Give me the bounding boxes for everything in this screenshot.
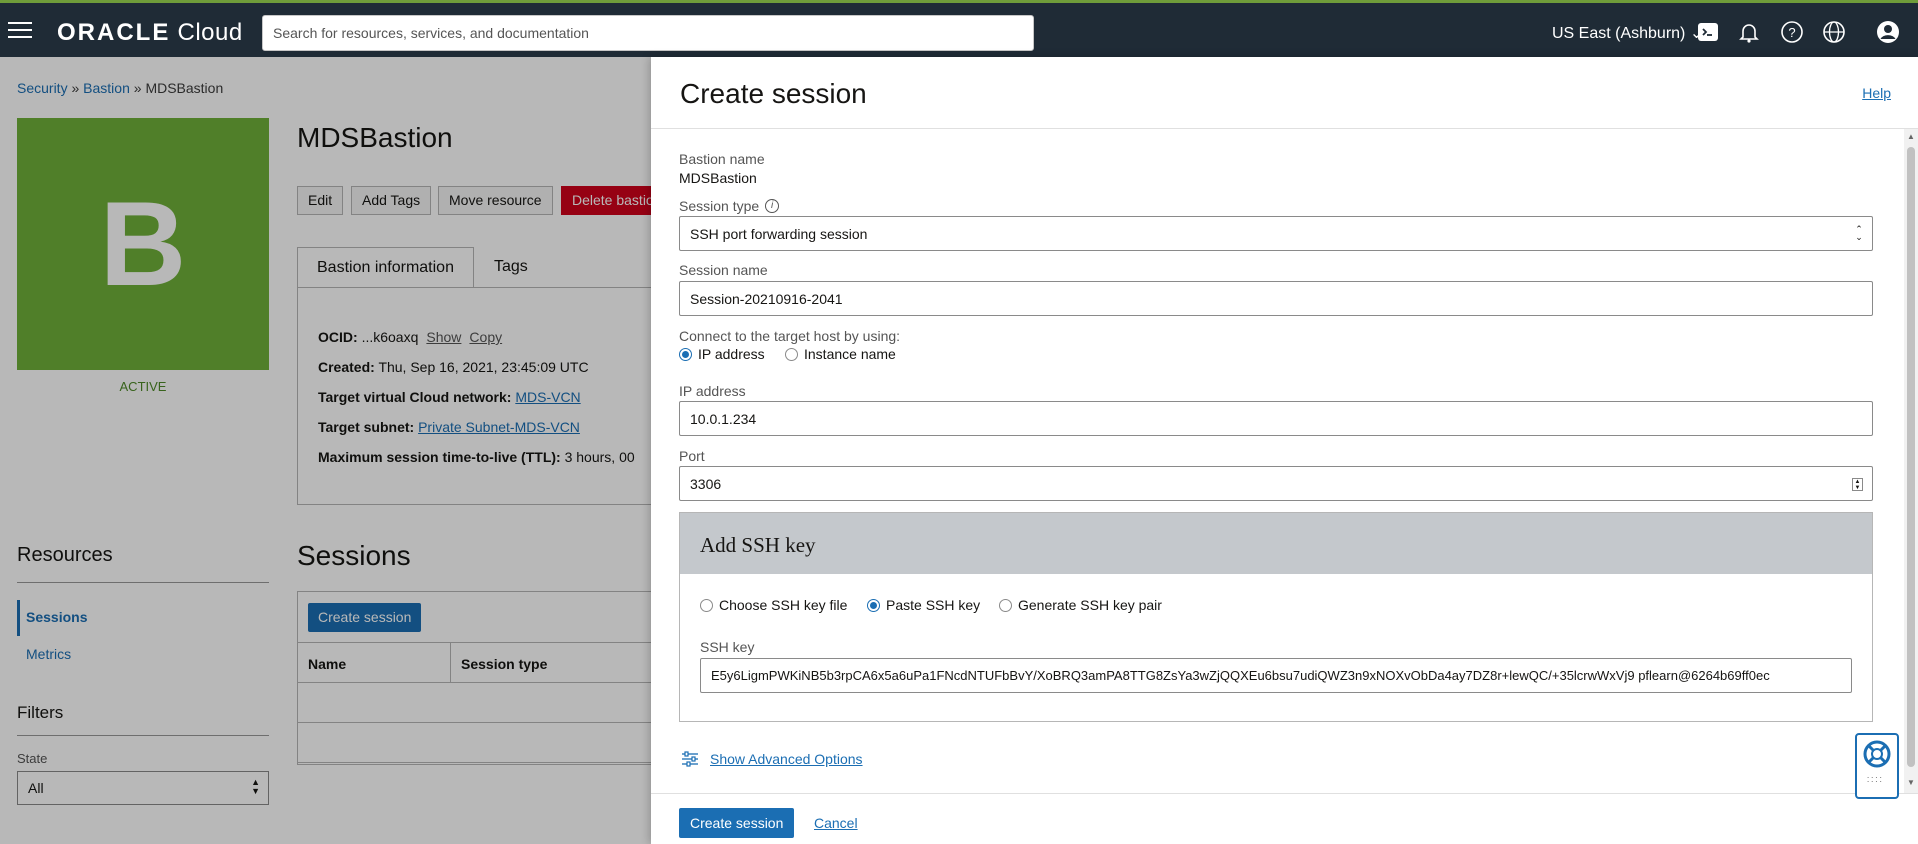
svg-text:?: ?: [1788, 25, 1795, 40]
radio-unselected-icon: [785, 347, 798, 361]
radio-unselected-icon: [999, 598, 1012, 612]
cancel-link[interactable]: Cancel: [814, 815, 858, 831]
port-stepper[interactable]: 3306 ▲ ▼: [679, 466, 1873, 501]
session-name-label: Session name: [679, 262, 768, 278]
radio-selected-icon: [679, 347, 692, 361]
add-ssh-key-section: Add SSH key Choose SSH key file Paste SS…: [679, 512, 1873, 722]
language-globe-icon[interactable]: [1822, 20, 1846, 44]
hamburger-menu-icon[interactable]: [8, 22, 32, 40]
cloud-shell-icon[interactable]: [1696, 20, 1720, 44]
radio-selected-icon: [867, 598, 880, 612]
connect-method-label: Connect to the target host by using:: [679, 328, 901, 344]
scroll-down-icon[interactable]: ▼: [1907, 779, 1915, 787]
show-advanced-options-link[interactable]: Show Advanced Options: [710, 751, 863, 767]
region-label: US East (Ashburn): [1552, 25, 1686, 42]
panel-footer: Create session Cancel: [651, 793, 1918, 844]
help-lifebuoy-widget[interactable]: ∷∷: [1855, 733, 1899, 799]
bastion-name-value: MDSBastion: [679, 170, 757, 186]
ssh-key-input[interactable]: E5y6LigmPWKiNB5b3rpCA6x5a6uPa1FNcdNTUFbB…: [700, 658, 1852, 693]
session-name-input[interactable]: Session-20210916-2041: [679, 281, 1873, 316]
ssh-section-header: Add SSH key: [680, 513, 1872, 574]
ssh-section-title: Add SSH key: [700, 533, 816, 557]
create-session-button[interactable]: Create session: [679, 808, 795, 838]
oracle-cloud-logo[interactable]: ORACLE Cloud: [57, 19, 243, 47]
ip-address-input[interactable]: 10.0.1.234: [679, 401, 1873, 436]
help-question-icon[interactable]: ?: [1780, 20, 1804, 44]
select-arrows-icon: ⌃ ⌄: [1855, 224, 1863, 242]
session-type-label: Session type i: [679, 198, 780, 214]
drag-handle-icon[interactable]: ∷∷: [1867, 776, 1884, 786]
notifications-bell-icon[interactable]: [1737, 20, 1761, 44]
panel-title: Create session: [680, 78, 867, 109]
top-navigation-bar: ORACLE Cloud US East (Ashburn) ⌄ ?: [0, 0, 1918, 57]
create-session-panel: Create session Help ▲ ▼ Bastion name MDS…: [651, 57, 1918, 844]
stepper-arrows-icon[interactable]: ▲ ▼: [1852, 478, 1863, 491]
info-icon[interactable]: i: [765, 199, 780, 213]
divider: [651, 128, 1918, 129]
sliders-icon: [682, 751, 698, 767]
ssh-key-label: SSH key: [700, 639, 755, 655]
ip-address-label: IP address: [679, 383, 746, 399]
help-link[interactable]: Help: [1862, 85, 1891, 101]
bastion-name-label: Bastion name: [679, 151, 765, 167]
radio-choose-ssh-key-file[interactable]: Choose SSH key file: [700, 597, 847, 613]
session-type-select[interactable]: SSH port forwarding session ⌃ ⌄: [679, 216, 1873, 251]
radio-paste-ssh-key[interactable]: Paste SSH key: [867, 597, 980, 613]
radio-instance-name[interactable]: Instance name: [785, 346, 896, 362]
radio-unselected-icon: [700, 598, 713, 612]
lifebuoy-icon: [1863, 740, 1891, 768]
modal-backdrop[interactable]: [0, 57, 651, 844]
radio-generate-ssh-key-pair[interactable]: Generate SSH key pair: [999, 597, 1162, 613]
radio-ip-address[interactable]: IP address: [679, 346, 765, 362]
scroll-up-icon[interactable]: ▲: [1907, 133, 1915, 141]
global-search-input[interactable]: [262, 15, 1034, 51]
user-profile-icon[interactable]: [1876, 20, 1900, 44]
scrollbar-thumb[interactable]: [1907, 147, 1915, 767]
region-selector[interactable]: US East (Ashburn) ⌄: [1552, 23, 1703, 43]
panel-scrollbar[interactable]: ▲ ▼: [1904, 129, 1918, 793]
port-label: Port: [679, 448, 705, 464]
